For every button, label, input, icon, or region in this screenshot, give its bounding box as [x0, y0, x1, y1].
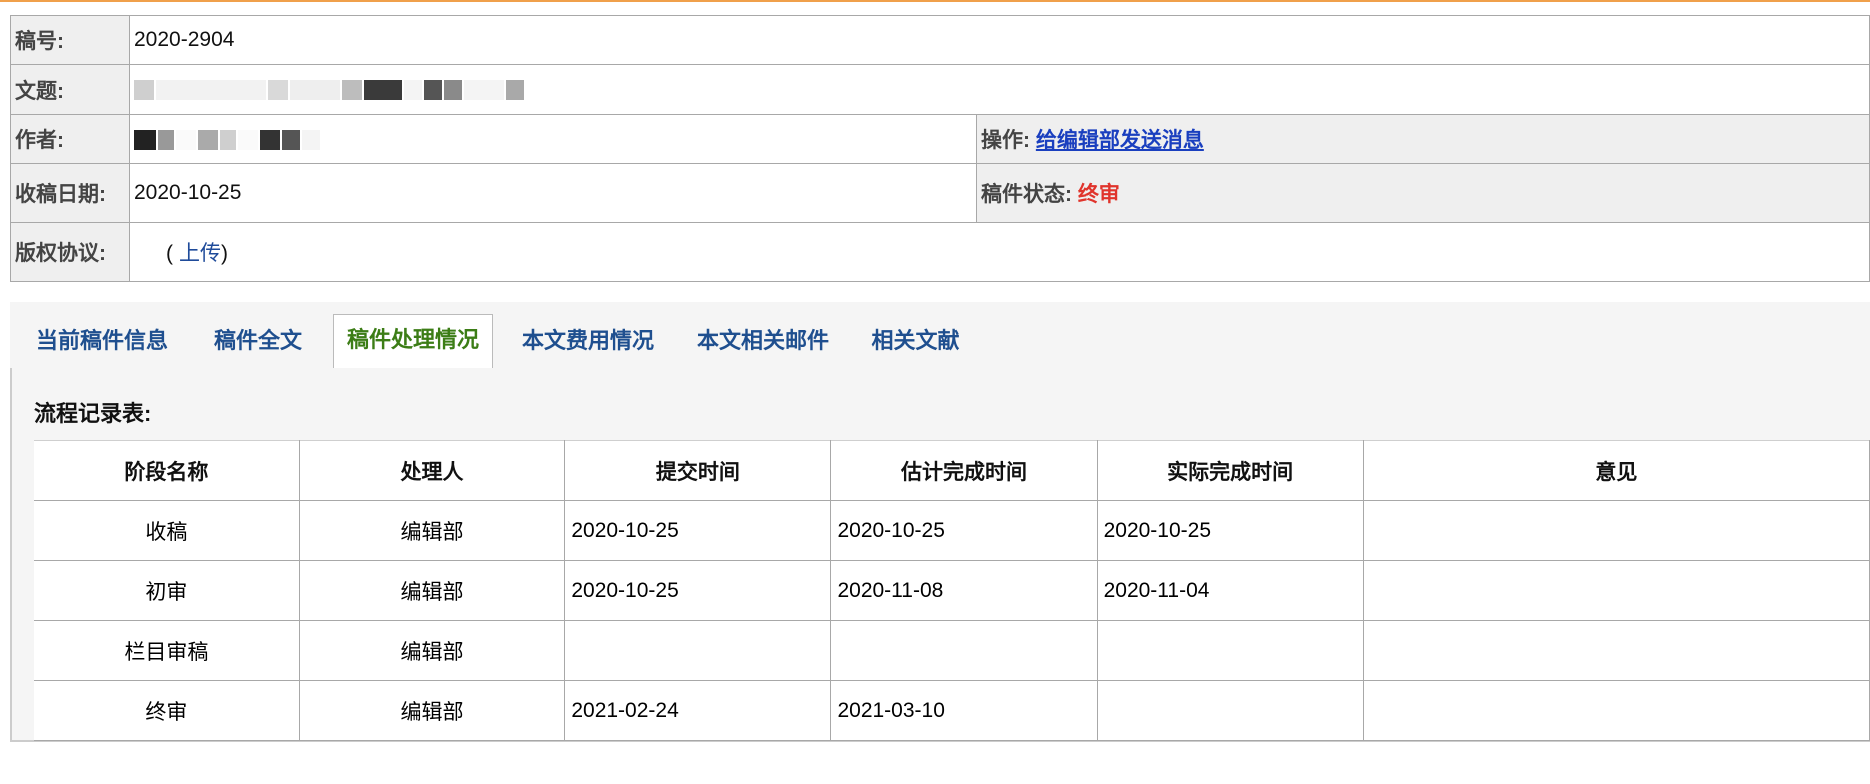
tab-fees[interactable]: 本文费用情况 [508, 316, 668, 368]
send-message-to-editors-link[interactable]: 给编辑部发送消息 [1036, 129, 1204, 152]
col-opinion: 意见 [1362, 440, 1870, 501]
copyright-value: ( 上传) [129, 222, 1870, 282]
estimated-time-cell: 2020-10-25 [830, 500, 1098, 561]
action-label: 操作: [981, 129, 1030, 152]
info-row-manuscript-no: 稿号: 2020-2904 [10, 15, 1870, 65]
tab-related-emails[interactable]: 本文相关邮件 [683, 316, 843, 368]
status-label: 稿件状态: [981, 183, 1072, 206]
copyright-paren-open: ( [166, 242, 173, 265]
tab-current-info[interactable]: 当前稿件信息 [22, 316, 182, 368]
author-value-redacted [129, 114, 977, 164]
flow-header-row: 阶段名称 处理人 提交时间 估计完成时间 实际完成时间 意见 [34, 440, 1870, 501]
flow-record-title: 流程记录表: [34, 401, 152, 426]
copyright-label: 版权协议: [10, 222, 130, 282]
flow-record-table: 阶段名称 处理人 提交时间 估计完成时间 实际完成时间 意见 收稿 编辑部 20… [34, 440, 1870, 741]
handler-cell: 编辑部 [298, 500, 566, 561]
stage-cell: 栏目审稿 [34, 620, 300, 681]
actual-time-cell [1096, 680, 1364, 741]
info-row-received: 收稿日期: 2020-10-25 稿件状态: 终审 [10, 163, 1870, 223]
manuscript-no-value: 2020-2904 [129, 15, 1870, 65]
stage-cell: 收稿 [34, 500, 300, 561]
actual-time-cell [1096, 620, 1364, 681]
table-row: 终审 编辑部 2021-02-24 2021-03-10 [34, 680, 1870, 741]
opinion-cell [1362, 560, 1870, 621]
received-date-label: 收稿日期: [10, 163, 130, 223]
col-handler: 处理人 [298, 440, 566, 501]
table-row: 栏目审稿 编辑部 [34, 620, 1870, 681]
copyright-paren-close: ) [221, 242, 228, 265]
status-cell: 稿件状态: 终审 [976, 163, 1870, 223]
estimated-time-cell: 2020-11-08 [830, 560, 1098, 621]
upload-copyright-link[interactable]: 上传 [179, 242, 221, 265]
processing-panel: 流程记录表: 阶段名称 处理人 提交时间 估计完成时间 实际完成时间 意见 收稿… [10, 368, 1870, 742]
table-row: 收稿 编辑部 2020-10-25 2020-10-25 2020-10-25 [34, 500, 1870, 561]
opinion-cell [1362, 500, 1870, 561]
redacted-title-blur [134, 78, 526, 102]
redacted-author-blur [134, 127, 322, 151]
submit-time-cell [564, 620, 832, 681]
estimated-time-cell [830, 620, 1098, 681]
tab-processing-status[interactable]: 稿件处理情况 [333, 314, 493, 372]
handler-cell: 编辑部 [298, 620, 566, 681]
tab-bar: 当前稿件信息 稿件全文 稿件处理情况 本文费用情况 本文相关邮件 相关文献 [10, 302, 1870, 372]
submit-time-cell: 2020-10-25 [564, 500, 832, 561]
stage-cell: 初审 [34, 560, 300, 621]
manuscript-info-table: 稿号: 2020-2904 文题: 作者: 操作: 给编辑部发送消息 收稿日期:… [10, 15, 1870, 282]
title-label: 文题: [10, 64, 130, 115]
tab-full-text[interactable]: 稿件全文 [198, 316, 318, 368]
top-accent-line [0, 0, 1870, 2]
handler-cell: 编辑部 [298, 680, 566, 741]
title-value-redacted [129, 64, 1870, 115]
handler-cell: 编辑部 [298, 560, 566, 621]
info-row-copyright: 版权协议: ( 上传) [10, 222, 1870, 282]
col-estimated-completion: 估计完成时间 [830, 440, 1098, 501]
opinion-cell [1362, 680, 1870, 741]
opinion-cell [1362, 620, 1870, 681]
col-stage-name: 阶段名称 [34, 440, 300, 501]
tab-related-literature[interactable]: 相关文献 [858, 316, 973, 368]
status-value: 终审 [1077, 183, 1120, 206]
action-cell: 操作: 给编辑部发送消息 [976, 114, 1870, 164]
stage-cell: 终审 [34, 680, 300, 741]
author-label: 作者: [10, 114, 130, 164]
info-row-author: 作者: 操作: 给编辑部发送消息 [10, 114, 1870, 164]
submit-time-cell: 2021-02-24 [564, 680, 832, 741]
table-row: 初审 编辑部 2020-10-25 2020-11-08 2020-11-04 [34, 560, 1870, 621]
col-actual-completion: 实际完成时间 [1096, 440, 1364, 501]
received-date-value: 2020-10-25 [129, 163, 977, 223]
col-submit-time: 提交时间 [564, 440, 832, 501]
estimated-time-cell: 2021-03-10 [830, 680, 1098, 741]
submit-time-cell: 2020-10-25 [564, 560, 832, 621]
actual-time-cell: 2020-10-25 [1096, 500, 1364, 561]
actual-time-cell: 2020-11-04 [1096, 560, 1364, 621]
info-row-title: 文题: [10, 64, 1870, 115]
manuscript-no-label: 稿号: [10, 15, 130, 65]
